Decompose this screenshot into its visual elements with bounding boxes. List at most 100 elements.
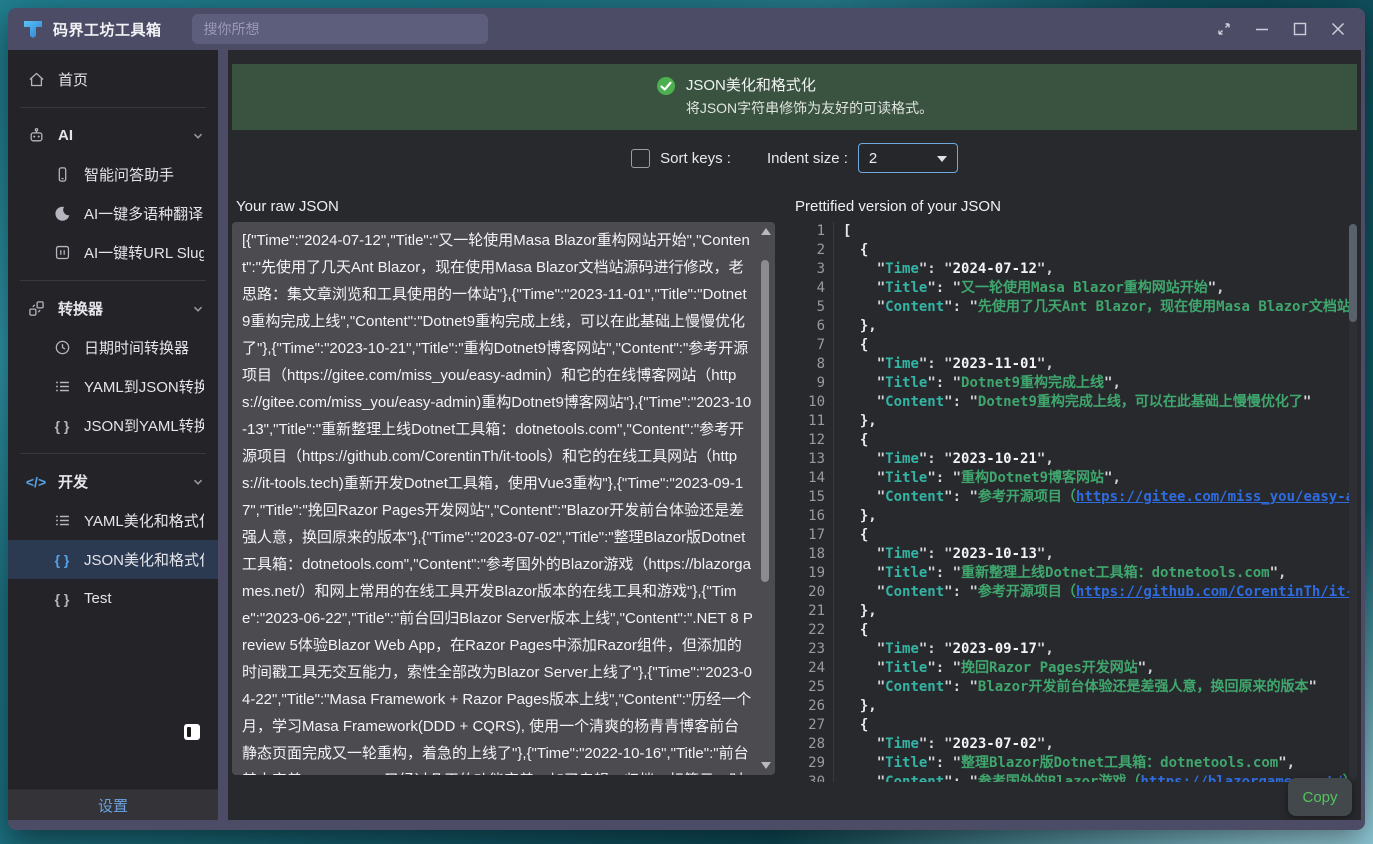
code-line: 7 {: [795, 336, 1357, 355]
code-token: },: [843, 603, 877, 619]
code-token: Title: [885, 565, 927, 581]
scroll-down-icon[interactable]: [761, 762, 771, 769]
indent-size-select[interactable]: 2: [858, 143, 958, 173]
transform-icon: [26, 300, 46, 317]
sidebar-item-label: 首页: [58, 69, 88, 90]
sidebar-item-ai-url-slug[interactable]: AI一键转URL Slug: [8, 233, 218, 272]
tool-subtitle: 将JSON字符串修饰为友好的可读格式。: [686, 98, 933, 119]
code-token: Content: [885, 489, 944, 505]
code-token: 重新整理上线Dotnet工具箱：dotnetools.com: [961, 565, 1270, 581]
sidebar-item-home[interactable]: 首页: [8, 60, 218, 99]
line-number: 22: [795, 621, 834, 640]
tool-title: JSON美化和格式化: [686, 75, 933, 96]
sidebar-group-dev[interactable]: </>开发: [8, 462, 218, 501]
code-line: 17 {: [795, 526, 1357, 545]
indent-size-value: 2: [869, 150, 877, 167]
code-token: 2023-07-02: [953, 736, 1037, 752]
raw-json-textarea[interactable]: [{"Time":"2024-07-12","Title":"又一轮使用Masa…: [232, 222, 757, 775]
sidebar-item-label: Test: [84, 590, 112, 607]
code-token: Time: [885, 451, 919, 467]
raw-scrollbar[interactable]: [759, 224, 773, 773]
maximize-icon[interactable]: [1287, 16, 1313, 42]
fullscreen-icon[interactable]: [1211, 16, 1237, 42]
code-line: 16 },: [795, 507, 1357, 526]
json-link[interactable]: https://gitee.com/miss_you/easy-admin: [1076, 489, 1357, 505]
code-token: ": ": [919, 736, 953, 752]
code-line: 24 "Title": "挽回Razor Pages开发网站",: [795, 659, 1357, 678]
code-token: ": ": [927, 280, 961, 296]
main-content: JSON美化和格式化 将JSON字符串修饰为友好的可读格式。 Sort keys…: [228, 50, 1361, 820]
code-token: Blazor开发前台体验还是差强人意，换回原来的版本: [978, 679, 1309, 695]
code-token: ",: [1037, 641, 1054, 657]
code-token: Title: [885, 660, 927, 676]
sidebar-item-label: AI一键多语种翻译: [84, 203, 203, 224]
code-line: 18 "Time": "2023-10-13",: [795, 545, 1357, 564]
scroll-up-icon[interactable]: [761, 228, 771, 235]
sidebar-item-qa-assistant[interactable]: 智能问答助手: [8, 155, 218, 194]
line-number: 14: [795, 469, 834, 488]
home-icon: [26, 71, 46, 88]
code-token: Time: [885, 356, 919, 372]
code-token: },: [843, 508, 877, 524]
code-token: Title: [885, 375, 927, 391]
close-icon[interactable]: [1325, 16, 1351, 42]
desktop-wallpaper: 码界工坊工具箱 首页AI智能问答助: [0, 0, 1373, 844]
code-token: ": ": [927, 660, 961, 676]
braces-icon: { }: [52, 418, 72, 434]
sidebar-item-json-to-yaml[interactable]: { }JSON到YAML转换: [8, 406, 218, 445]
braces-icon: { }: [52, 552, 72, 568]
collapse-sidebar-icon[interactable]: [184, 724, 200, 740]
code-token: 2023-09-17: [953, 641, 1037, 657]
sidebar-item-datetime-converter[interactable]: 日期时间转换器: [8, 328, 218, 367]
code-line: 11 },: [795, 412, 1357, 431]
sidebar-item-yaml-format[interactable]: YAML美化和格式化: [8, 501, 218, 540]
search-input[interactable]: [192, 14, 488, 44]
pretty-json-panel[interactable]: 1[2 {3 "Time": "2024-07-12",4 "Title": "…: [795, 222, 1357, 782]
json-link[interactable]: https://github.com/CorentinTh/it-tools: [1076, 584, 1357, 600]
line-number: 11: [795, 412, 834, 431]
sidebar-group-ai[interactable]: AI: [8, 116, 218, 155]
scrollbar-thumb[interactable]: [761, 260, 769, 582]
code-token: Time: [885, 261, 919, 277]
code-token: 重构Dotnet9博客网站: [961, 470, 1104, 486]
code-line: 2 {: [795, 241, 1357, 260]
code-token: ": ": [944, 394, 978, 410]
code-token: 2023-10-13: [953, 546, 1037, 562]
code-line: 15 "Content": "参考开源项目（https://gitee.com/…: [795, 488, 1357, 507]
sidebar-item-label: YAML美化和格式化: [84, 510, 204, 531]
code-token: ": [843, 565, 885, 581]
line-number: 28: [795, 735, 834, 754]
code-token: ": ": [944, 489, 978, 505]
code-token: ": ": [944, 679, 978, 695]
chevron-down-icon: [192, 130, 204, 142]
code-token: 先使用了几天Ant Blazor，现在使用Masa Blazor文档站源码进行修…: [978, 299, 1357, 315]
scrollbar-thumb[interactable]: [1349, 224, 1357, 322]
code-token: },: [843, 698, 877, 714]
code-token: ": ": [919, 451, 953, 467]
code-line: 10 "Content": "Dotnet9重构完成上线，可以在此基础上慢慢优化…: [795, 393, 1357, 412]
sidebar-item-yaml-to-json[interactable]: YAML到JSON转换: [8, 367, 218, 406]
line-number: 7: [795, 336, 834, 355]
code-line: 5 "Content": "先使用了几天Ant Blazor，现在使用Masa …: [795, 298, 1357, 317]
pretty-scrollbar[interactable]: [1349, 224, 1357, 780]
clock-icon: [52, 339, 72, 356]
code-token: ": ": [927, 755, 961, 771]
code-line: 9 "Title": "Dotnet9重构完成上线",: [795, 374, 1357, 393]
line-number: 24: [795, 659, 834, 678]
sidebar-item-json-format[interactable]: { }JSON美化和格式化: [8, 540, 218, 579]
code-token: ": [843, 584, 885, 600]
divider: [20, 453, 206, 454]
code-token: ": [843, 679, 885, 695]
code-token: ": [843, 774, 885, 782]
sidebar-item-test[interactable]: { }Test: [8, 579, 218, 618]
sort-keys-checkbox[interactable]: [631, 149, 650, 168]
code-token: ": [843, 660, 885, 676]
copy-button[interactable]: Copy: [1288, 778, 1352, 816]
sidebar-group-converters[interactable]: 转换器: [8, 289, 218, 328]
code-token: Title: [885, 755, 927, 771]
line-number: 9: [795, 374, 834, 393]
sidebar-item-ai-translate[interactable]: AI一键多语种翻译: [8, 194, 218, 233]
settings-link[interactable]: 设置: [98, 795, 128, 816]
minimize-icon[interactable]: [1249, 16, 1275, 42]
code-token: Dotnet9重构完成上线，可以在此基础上慢慢优化了: [978, 394, 1303, 410]
